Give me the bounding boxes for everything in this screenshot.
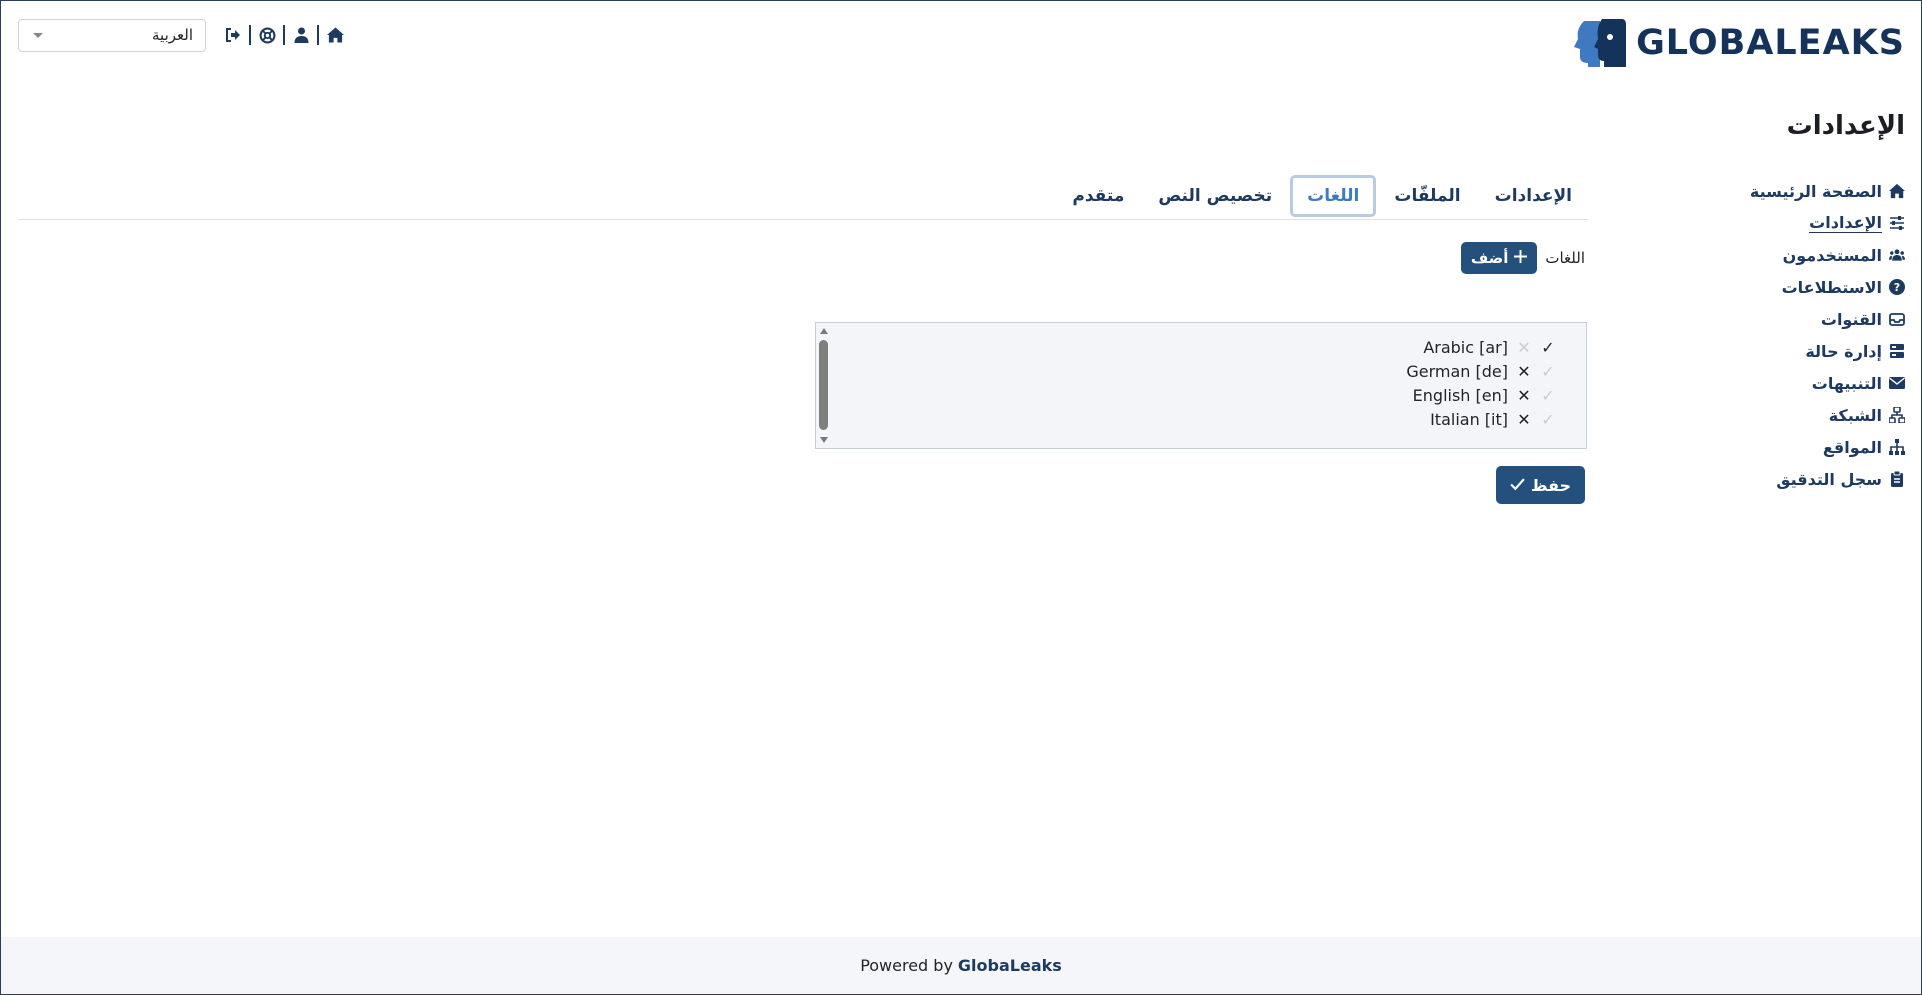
tab-settings[interactable]: الإعدادات <box>1479 175 1588 217</box>
inbox-icon <box>1889 313 1905 326</box>
home-icon <box>1889 183 1905 199</box>
language-name: Arabic [ar] <box>1423 337 1508 357</box>
remove-x-icon: ✕ <box>1517 337 1531 357</box>
sidebar-item-label: المواقع <box>1822 437 1882 457</box>
language-select[interactable]: العربية <box>18 18 206 52</box>
tab-advanced[interactable]: متقدم <box>1056 175 1140 217</box>
sidebar-item-label: القنوات <box>1820 309 1882 329</box>
language-name: Italian [it] <box>1430 409 1508 429</box>
sidebar-item-label: الصفحة الرئيسية <box>1749 181 1882 201</box>
remove-x-icon[interactable]: ✕ <box>1516 362 1532 381</box>
sidebar-item-label: الشبكة <box>1828 405 1882 425</box>
languages-list: ✓ ✕ Arabic [ar] ✓ ✕ German [de] ✓ ✕ Engl… <box>1406 335 1556 431</box>
footer-prefix: Powered by <box>860 956 953 975</box>
languages-list-box[interactable]: ✓ ✕ Arabic [ar] ✓ ✕ German [de] ✓ ✕ Engl… <box>815 322 1587 449</box>
check-icon <box>1510 476 1525 495</box>
sidebar-item-label: المستخدمون <box>1782 245 1882 265</box>
scroll-up-arrow-icon[interactable] <box>820 328 828 334</box>
tab-text-customization[interactable]: تخصيص النص <box>1142 175 1288 217</box>
scrollbar-thumb[interactable] <box>819 340 828 430</box>
footer: Powered by GlobaLeaks <box>1 937 1921 994</box>
sidebar-item-home[interactable]: الصفحة الرئيسية <box>1705 175 1905 207</box>
language-name: English [en] <box>1412 385 1508 405</box>
list-item: ✓ ✕ Arabic [ar] <box>1406 335 1556 359</box>
list-item: ✓ ✕ Italian [it] <box>1406 407 1556 431</box>
scroll-down-arrow-icon[interactable] <box>820 437 828 443</box>
network-icon <box>1889 407 1905 423</box>
top-icons <box>224 25 344 45</box>
sidebar: الصفحة الرئيسية الإعدادات المستخدمون ? ا… <box>1705 175 1905 495</box>
set-default-check-icon[interactable]: ✓ <box>1540 338 1556 357</box>
sidebar-item-audit-log[interactable]: سجل التدقيق <box>1705 463 1905 495</box>
globaleaks-logo-icon <box>1574 19 1627 67</box>
add-language-button[interactable]: أضف <box>1460 242 1538 274</box>
tab-files[interactable]: الملفّات <box>1378 175 1476 217</box>
sliders-icon <box>1890 216 1904 230</box>
sidebar-item-network[interactable]: الشبكة <box>1705 399 1905 431</box>
home-icon[interactable] <box>326 26 344 44</box>
users-icon <box>1889 249 1905 261</box>
top-bar: العربية <box>18 18 344 52</box>
language-name: German [de] <box>1406 361 1508 381</box>
languages-label: اللغات <box>1545 249 1585 267</box>
sidebar-item-label: الإعدادات <box>1809 213 1882 233</box>
brand-name: GLOBALEAKS <box>1636 23 1905 63</box>
tab-bar: الإعدادات الملفّات اللغات تخصيص النص متق… <box>18 175 1588 220</box>
remove-x-icon[interactable]: ✕ <box>1516 386 1532 405</box>
divider <box>249 25 251 45</box>
sidebar-item-settings[interactable]: الإعدادات <box>1705 207 1905 239</box>
tab-languages[interactable]: اللغات <box>1290 175 1377 217</box>
languages-header: اللغات أضف <box>1460 242 1585 274</box>
help-icon[interactable] <box>258 26 276 44</box>
sidebar-item-questionnaires[interactable]: ? الاستطلاعات <box>1705 271 1905 303</box>
plus-icon <box>1514 249 1528 267</box>
divider <box>317 25 319 45</box>
sidebar-item-case-management[interactable]: إدارة حالة <box>1705 335 1905 367</box>
footer-brand-link[interactable]: GlobaLeaks <box>958 956 1062 975</box>
sidebar-item-label: سجل التدقيق <box>1776 469 1882 489</box>
sitemap-icon <box>1889 439 1905 455</box>
set-default-check-icon[interactable]: ✓ <box>1540 410 1556 429</box>
user-icon[interactable] <box>292 26 310 44</box>
clipboard-icon <box>1891 471 1903 487</box>
server-icon <box>1890 344 1904 358</box>
scrollbar[interactable] <box>816 323 832 448</box>
sidebar-item-label: التنبيهات <box>1811 373 1882 393</box>
page-title: الإعدادات <box>1786 111 1905 141</box>
envelope-icon <box>1889 377 1905 389</box>
question-icon: ? <box>1889 279 1905 295</box>
sidebar-item-sites[interactable]: المواقع <box>1705 431 1905 463</box>
logo: GLOBALEAKS <box>1574 17 1905 69</box>
sidebar-item-users[interactable]: المستخدمون <box>1705 239 1905 271</box>
svg-text:?: ? <box>1894 281 1900 294</box>
remove-x-icon[interactable]: ✕ <box>1516 410 1532 429</box>
language-select-value: العربية <box>152 26 193 44</box>
divider <box>283 25 285 45</box>
sidebar-item-label: الاستطلاعات <box>1781 277 1882 297</box>
save-button[interactable]: حفظ <box>1495 466 1585 504</box>
set-default-check-icon[interactable]: ✓ <box>1540 386 1556 405</box>
chevron-down-icon <box>33 32 43 38</box>
list-item: ✓ ✕ English [en] <box>1406 383 1556 407</box>
save-label: حفظ <box>1530 475 1571 495</box>
set-default-check-icon[interactable]: ✓ <box>1540 362 1556 381</box>
sidebar-item-channels[interactable]: القنوات <box>1705 303 1905 335</box>
sidebar-item-notifications[interactable]: التنبيهات <box>1705 367 1905 399</box>
list-item: ✓ ✕ German [de] <box>1406 359 1556 383</box>
add-language-label: أضف <box>1470 249 1509 267</box>
logout-icon[interactable] <box>224 26 242 44</box>
sidebar-item-label: إدارة حالة <box>1805 341 1882 361</box>
